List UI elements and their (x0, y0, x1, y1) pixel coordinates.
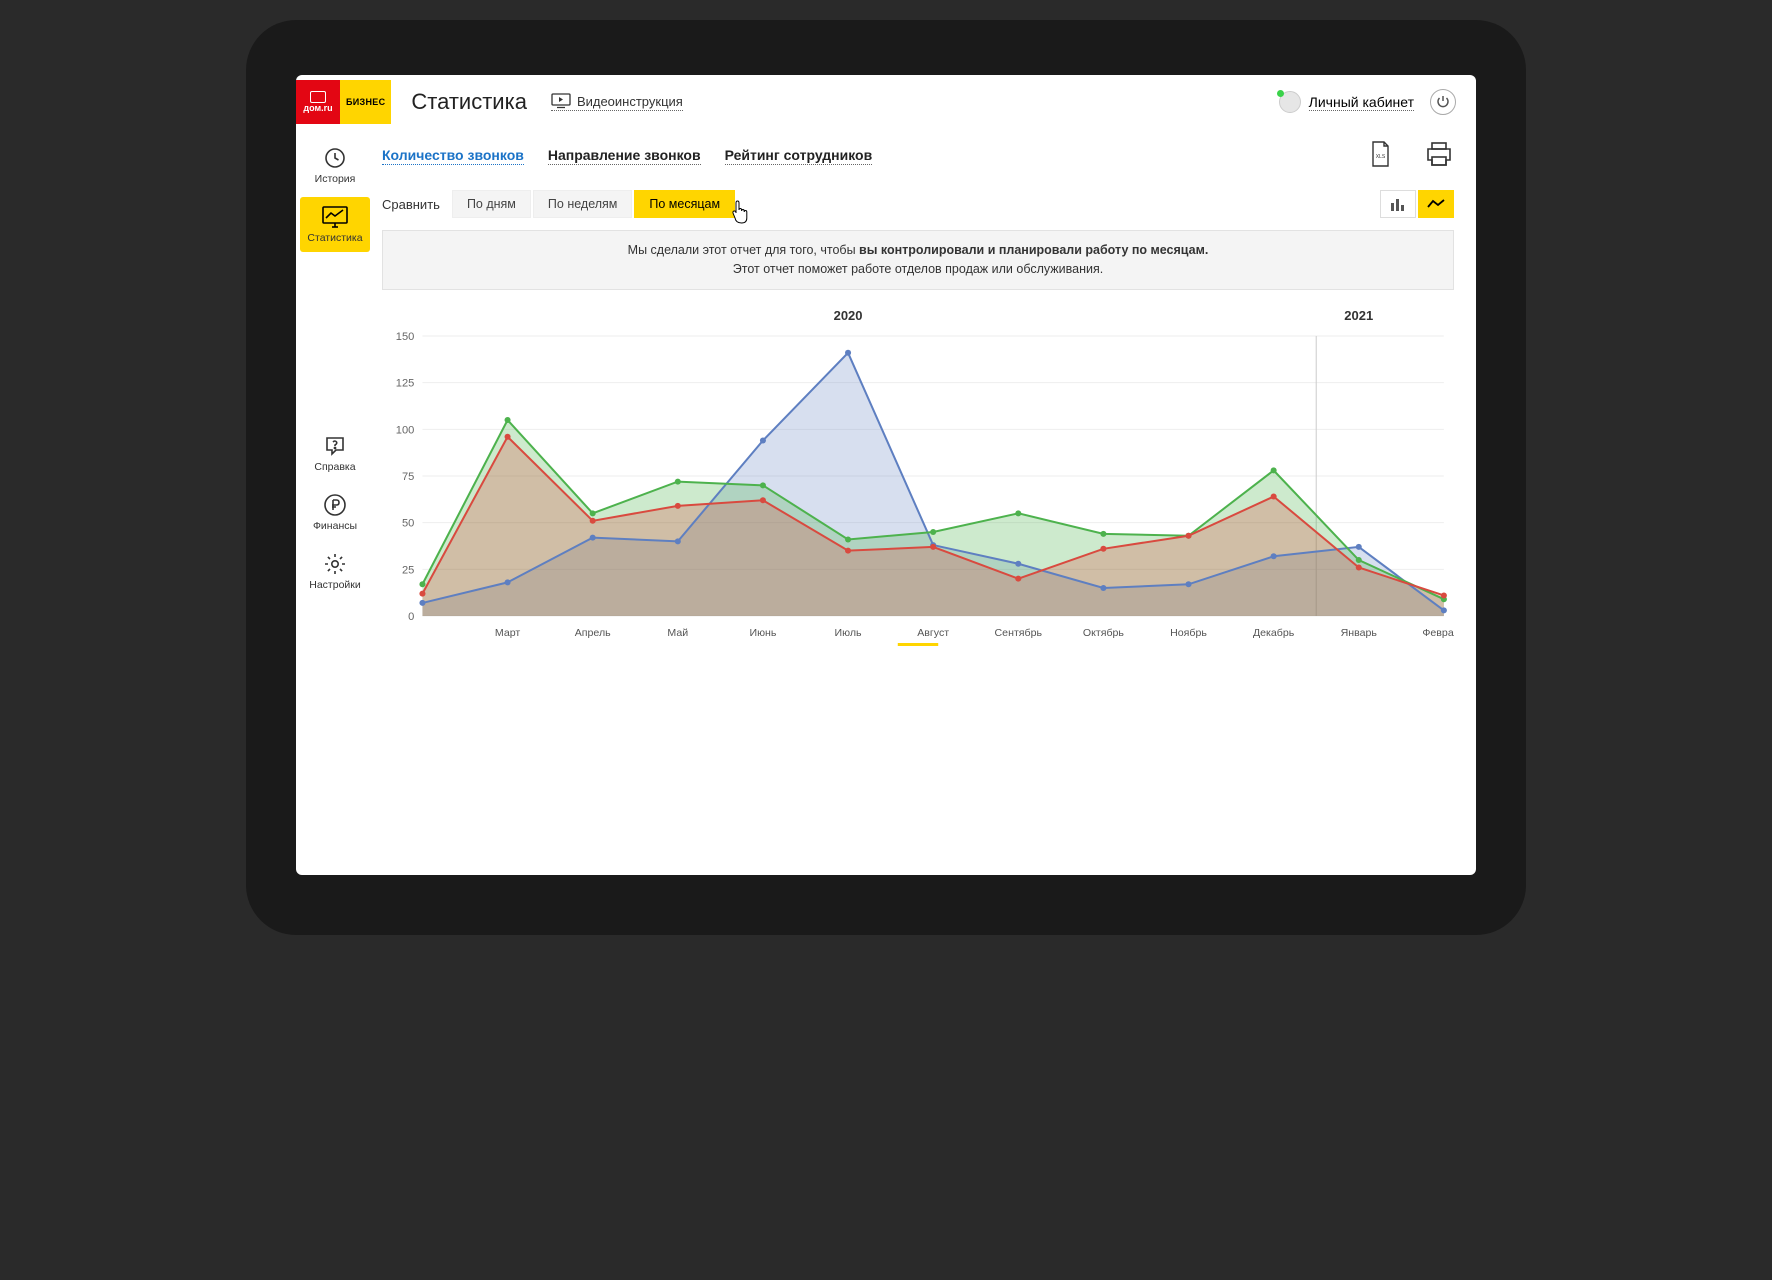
logo[interactable]: дом.ru БИЗНЕС (296, 80, 391, 124)
compare-row: Сравнить По дням По неделям По месяцам (382, 190, 1454, 218)
export-xls-button[interactable]: XLS (1368, 140, 1392, 173)
logo-box-icon (310, 91, 326, 103)
svg-text:50: 50 (402, 517, 414, 529)
tab-employee-rating[interactable]: Рейтинг сотрудников (725, 147, 873, 165)
svg-text:Ноябрь: Ноябрь (1170, 627, 1207, 639)
sidebar-item-history[interactable]: История (300, 138, 370, 193)
sidebar-item-label: Финансы (313, 520, 357, 532)
tab-call-direction[interactable]: Направление звонков (548, 147, 701, 165)
sidebar-item-settings[interactable]: Настройки (300, 544, 370, 599)
svg-text:Декабрь: Декабрь (1253, 627, 1295, 639)
svg-text:125: 125 (396, 377, 415, 389)
sidebar-item-label: Справка (314, 461, 355, 473)
compare-by-months[interactable]: По месяцам (634, 190, 735, 218)
main-tabs: Количество звонков Направление звонков Р… (382, 140, 1454, 172)
compare-by-days[interactable]: По дням (452, 190, 531, 218)
chart-svg: 0 25 50 75 100 125 150 Март Апрель Май Июнь Июль Авг… (382, 326, 1454, 646)
svg-text:Февраль: Февраль (1422, 627, 1454, 639)
line-chart-icon (1427, 198, 1445, 210)
file-xls-icon: XLS (1368, 140, 1392, 168)
year-labels: 2020 2021 (382, 308, 1454, 326)
page-title: Статистика (411, 89, 527, 115)
logout-button[interactable] (1430, 89, 1456, 115)
printer-icon (1424, 140, 1454, 168)
svg-text:XLS: XLS (1376, 154, 1386, 160)
online-dot-icon (1277, 90, 1284, 97)
svg-text:100: 100 (396, 424, 415, 436)
play-monitor-icon (551, 93, 571, 109)
chart-monitor-icon (321, 205, 349, 229)
info-box: Мы сделали этот отчет для того, чтобы вы… (382, 230, 1454, 290)
account-link[interactable]: Личный кабинет (1279, 91, 1414, 113)
svg-text:Август: Август (917, 627, 949, 639)
info-line1-bold: вы контролировали и планировали работу п… (859, 243, 1208, 257)
sidebar-item-label: История (315, 173, 356, 185)
logo-red: дом.ru (296, 80, 340, 124)
power-icon (1436, 95, 1450, 109)
svg-text:150: 150 (396, 331, 415, 343)
help-bubble-icon (323, 434, 347, 458)
screen: дом.ru БИЗНЕС Статистика Видеоинструкция… (296, 75, 1476, 875)
svg-text:Май: Май (667, 627, 688, 639)
sidebar-item-label: Статистика (307, 232, 362, 244)
svg-text:Октябрь: Октябрь (1083, 627, 1125, 639)
header: дом.ru БИЗНЕС Статистика Видеоинструкция… (296, 75, 1476, 130)
svg-text:Январь: Январь (1341, 627, 1378, 639)
video-link-label: Видеоинструкция (577, 94, 683, 109)
compare-by-weeks[interactable]: По неделям (533, 190, 632, 218)
svg-text:Апрель: Апрель (575, 627, 611, 639)
print-button[interactable] (1424, 140, 1454, 173)
svg-text:Июнь: Июнь (749, 627, 776, 639)
bar-chart-icon (1390, 197, 1406, 211)
video-instruction-link[interactable]: Видеоинструкция (551, 93, 683, 111)
svg-text:Сентябрь: Сентябрь (995, 627, 1043, 639)
clock-icon (323, 146, 347, 170)
body: История Статистика (296, 130, 1476, 875)
tab-call-count[interactable]: Количество звонков (382, 147, 524, 165)
svg-text:0: 0 (408, 611, 414, 623)
sidebar-item-statistics[interactable]: Статистика (300, 197, 370, 252)
sidebar: История Статистика (296, 130, 374, 875)
main: Количество звонков Направление звонков Р… (374, 130, 1476, 875)
sidebar-item-finance[interactable]: Финансы (300, 485, 370, 540)
info-line2: Этот отчет поможет работе отделов продаж… (401, 260, 1435, 279)
tablet-frame: дом.ru БИЗНЕС Статистика Видеоинструкция… (246, 20, 1526, 935)
year-label: 2020 (834, 308, 863, 323)
avatar-icon (1279, 91, 1301, 113)
ruble-icon (323, 493, 347, 517)
chart-type-line[interactable] (1418, 190, 1454, 218)
gear-icon (323, 552, 347, 576)
account-label: Личный кабинет (1309, 94, 1414, 111)
info-line1-pre: Мы сделали этот отчет для того, чтобы (628, 243, 859, 257)
sidebar-item-label: Настройки (309, 579, 361, 591)
logo-sub: БИЗНЕС (340, 80, 391, 124)
svg-text:75: 75 (402, 471, 414, 483)
svg-text:Март: Март (495, 627, 521, 639)
sidebar-item-help[interactable]: Справка (300, 426, 370, 481)
year-label: 2021 (1344, 308, 1373, 323)
svg-text:25: 25 (402, 564, 414, 576)
chart: 2020 2021 0 25 50 75 100 125 150 Март Апрель Май Ию… (382, 308, 1454, 651)
compare-label: Сравнить (382, 197, 440, 212)
chart-type-bar[interactable] (1380, 190, 1416, 218)
svg-text:Июль: Июль (835, 627, 863, 639)
logo-text: дом.ru (303, 103, 332, 113)
